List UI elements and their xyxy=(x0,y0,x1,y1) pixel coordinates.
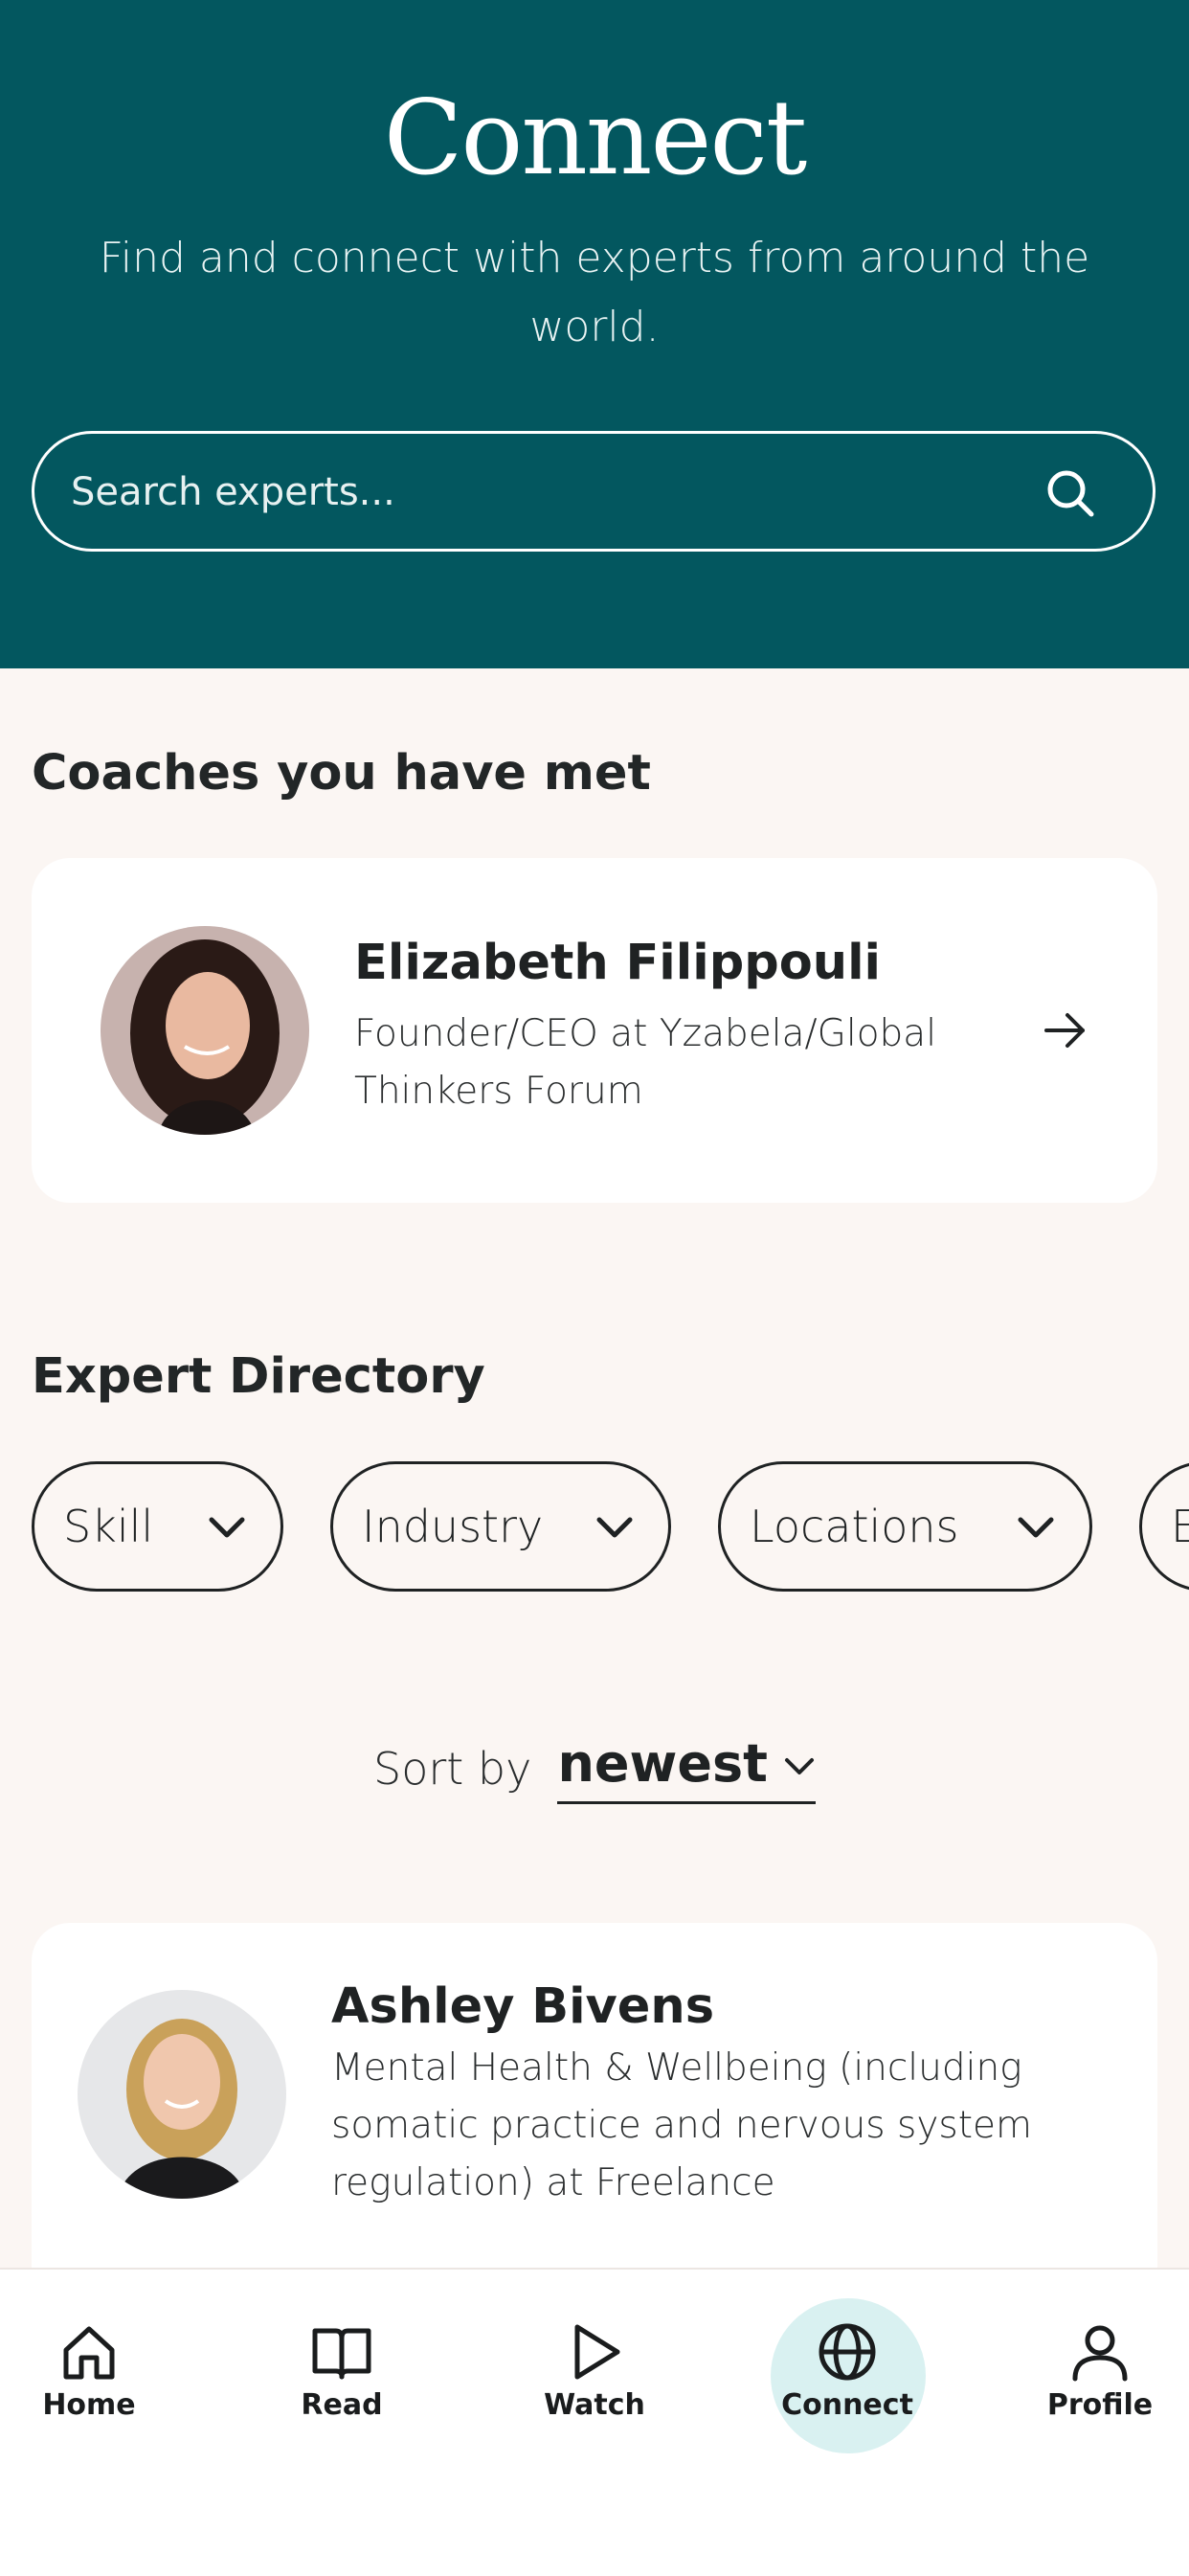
tab-read[interactable]: Read xyxy=(246,2270,437,2461)
tab-read-label: Read xyxy=(301,2388,383,2422)
sort-value: newest xyxy=(557,1733,768,1794)
tab-profile-label: Profile xyxy=(1046,2388,1154,2422)
globe-icon xyxy=(819,2323,876,2381)
filter-more-label: E xyxy=(1171,1501,1189,1552)
filter-more[interactable]: E xyxy=(1139,1461,1189,1592)
sort-dropdown[interactable]: newest xyxy=(557,1733,816,1804)
search-bar[interactable] xyxy=(32,431,1155,552)
tab-home[interactable]: Home xyxy=(0,2270,185,2461)
filter-row: Skill Industry Locations E xyxy=(0,1461,1189,1593)
chevron-down-icon xyxy=(784,1758,814,1775)
tab-profile[interactable]: Profile xyxy=(1004,2270,1189,2461)
book-icon xyxy=(312,2328,371,2380)
play-icon xyxy=(574,2324,620,2380)
expert-directory-title: Expert Directory xyxy=(32,1348,485,1405)
sort-control: Sort by newest xyxy=(0,1733,1189,1804)
tab-watch-label: Watch xyxy=(544,2388,645,2422)
header-section: Connect Find and connect with experts fr… xyxy=(0,0,1189,668)
avatar xyxy=(78,1990,286,2199)
tab-home-label: Home xyxy=(42,2388,136,2422)
coach-card[interactable]: Elizabeth Filippouli Founder/CEO at Yzab… xyxy=(32,858,1157,1203)
expert-role: Mental Health & Wellbeing (including som… xyxy=(331,2046,1033,2204)
page-title: Connect xyxy=(383,79,808,198)
filter-locations-label: Locations xyxy=(750,1501,959,1552)
tab-connect[interactable]: Connect xyxy=(752,2270,943,2461)
chevron-down-icon xyxy=(209,1517,245,1538)
filter-industry-label: Industry xyxy=(362,1501,544,1552)
expert-name: Ashley Bivens xyxy=(331,1978,715,2035)
home-icon xyxy=(63,2326,115,2380)
filter-skill[interactable]: Skill xyxy=(32,1461,283,1592)
sort-label: Sort by xyxy=(373,1743,532,1795)
filter-locations[interactable]: Locations xyxy=(718,1461,1092,1592)
tab-watch[interactable]: Watch xyxy=(499,2270,690,2461)
avatar xyxy=(101,926,309,1135)
filter-skill-label: Skill xyxy=(63,1501,154,1552)
arrow-right-icon[interactable] xyxy=(1039,1004,1092,1057)
filter-industry[interactable]: Industry xyxy=(330,1461,671,1592)
search-input[interactable] xyxy=(69,434,1011,551)
page-subtitle: Find and connect with experts from aroun… xyxy=(99,234,1090,351)
person-icon xyxy=(1072,2325,1128,2382)
expert-card[interactable]: Ashley Bivens Mental Health & Wellbeing … xyxy=(32,1923,1157,2325)
coach-role: Founder/CEO at Yzabela/Global Thinkers F… xyxy=(354,1012,937,1113)
chevron-down-icon xyxy=(596,1517,633,1538)
coach-name: Elizabeth Filippouli xyxy=(354,935,882,991)
bottom-tab-bar: Home Read Watch Connect Profile xyxy=(0,2268,1189,2576)
tab-connect-label: Connect xyxy=(781,2388,913,2422)
search-icon[interactable] xyxy=(1045,468,1095,518)
chevron-down-icon xyxy=(1018,1517,1054,1538)
coaches-met-title: Coaches you have met xyxy=(32,745,651,802)
